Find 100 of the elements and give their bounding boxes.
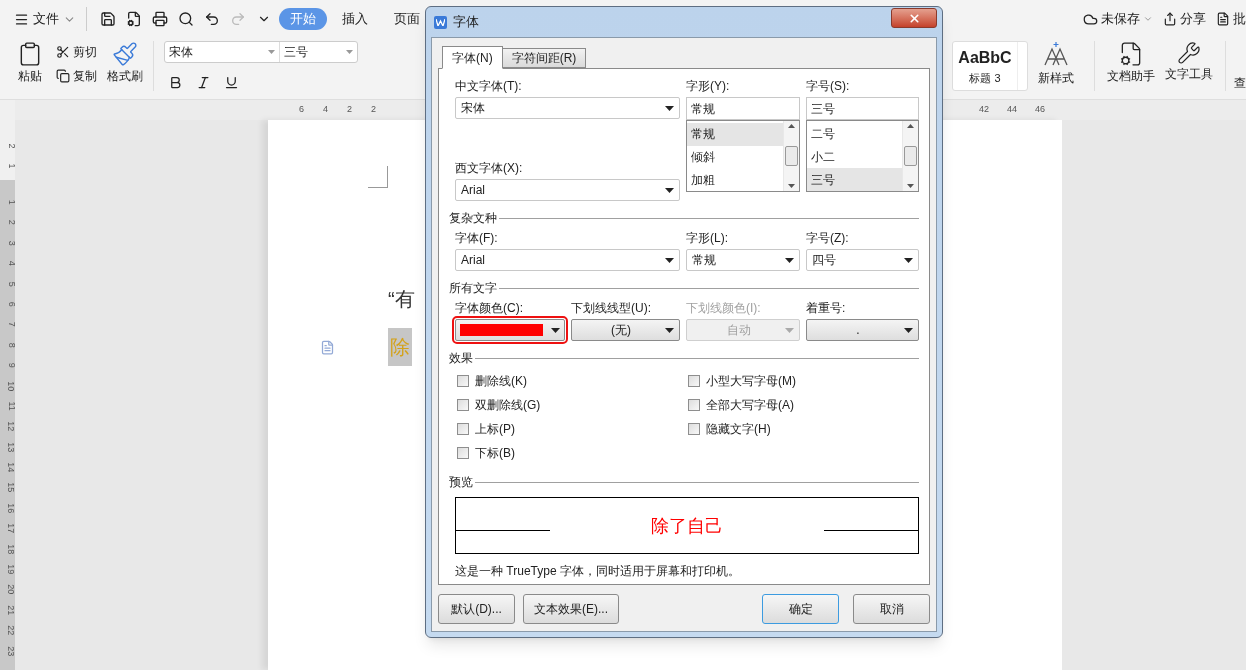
dropdown[interactable]: . (806, 319, 919, 341)
close-icon (907, 11, 921, 25)
style-name: 标题 3 (969, 70, 1001, 86)
dialog-button[interactable]: 默认(D)... (438, 594, 515, 624)
font-style-icon (1043, 41, 1069, 67)
list-option[interactable]: 常规 (687, 123, 783, 146)
save-status-button[interactable]: 未保存 (1083, 9, 1153, 29)
field-label: 字号(S): (806, 78, 851, 95)
format-painter-button[interactable]: 格式刷 (107, 41, 143, 85)
style-preview: AaBbC (958, 47, 1012, 68)
ruler-number: 4 (5, 260, 18, 266)
ruler-number: 5 (5, 281, 18, 287)
close-button[interactable] (891, 8, 937, 28)
dialog-tab[interactable]: 字符间距(R) (501, 48, 587, 68)
ruler-number: 20 (5, 584, 18, 595)
ribbon-tab[interactable]: 页面 (383, 8, 431, 30)
caret-icon (665, 257, 674, 263)
down-arrow-icon (788, 184, 795, 188)
scrollbar[interactable] (902, 121, 918, 191)
ribbon-label: 查 (1234, 75, 1246, 92)
checkbox-label: 上标(P) (475, 421, 515, 438)
checkbox-label: 删除线(K) (475, 373, 527, 390)
checkbox[interactable] (457, 375, 469, 387)
ruler-number: 22 (5, 625, 18, 636)
dropdown[interactable]: (无) (571, 319, 680, 341)
scroll-thumb[interactable] (904, 146, 917, 166)
ruler-number: 8 (5, 342, 18, 348)
list-option[interactable]: 三号 (807, 168, 902, 191)
file-menu[interactable]: 文件 (14, 9, 76, 29)
ruler-number: 17 (5, 523, 18, 534)
share-button[interactable]: 分享 (1163, 9, 1206, 29)
dialog-tab[interactable]: 字体(N) (442, 46, 503, 69)
checkbox[interactable] (457, 423, 469, 435)
checkbox[interactable] (457, 447, 469, 459)
scissors-icon (56, 45, 70, 59)
cloud-icon (1083, 11, 1098, 27)
checkbox[interactable] (688, 375, 700, 387)
list-option[interactable]: 二号 (807, 123, 902, 146)
ruler-number: 46 (1035, 103, 1046, 117)
ribbon-tab[interactable]: 插入 (331, 8, 379, 30)
margin-corner-mark (368, 166, 388, 188)
input-field[interactable]: 常规 (686, 97, 800, 120)
section-heading: 所有文字 (449, 280, 497, 297)
checkbox[interactable] (688, 399, 700, 411)
doc-assistant-button[interactable]: 文档助手 (1107, 41, 1155, 85)
cut-button[interactable]: 剪切 (56, 43, 97, 61)
copy-button[interactable]: 复制 (56, 67, 97, 85)
review-button[interactable]: 批 (1216, 9, 1246, 29)
new-style-button[interactable]: 新样式 (1038, 41, 1074, 87)
ruler-number: 21 (5, 605, 18, 615)
list-option[interactable]: 小二 (807, 145, 902, 169)
checkbox[interactable] (688, 423, 700, 435)
dropdown[interactable]: Arial (455, 249, 680, 271)
ruler-number: 42 (979, 103, 990, 117)
checkbox-label: 小型大写字母(M) (706, 373, 796, 390)
section-heading: 预览 (449, 474, 473, 491)
checkbox-label: 双删除线(G) (475, 397, 541, 414)
up-arrow-icon (907, 124, 914, 128)
paste-button[interactable]: 粘贴 (12, 41, 48, 85)
down-arrow-icon (907, 184, 914, 188)
scrollbar[interactable] (783, 121, 799, 191)
input-field[interactable]: 三号 (806, 97, 919, 120)
ruler-number: 2 (5, 220, 18, 226)
paintbrush-icon (112, 41, 138, 67)
menu-icon (14, 11, 29, 27)
ruler-number: 14 (5, 462, 18, 473)
undo-icon (204, 11, 220, 27)
color-dropdown[interactable] (455, 319, 565, 341)
field-label: 字形(L): (686, 230, 729, 247)
list-option[interactable]: 加粗 (687, 168, 783, 191)
ruler-number: 2 (371, 103, 377, 117)
dialog-button[interactable]: 取消 (853, 594, 930, 624)
ruler-number: 9 (5, 362, 18, 368)
printer-icon (152, 11, 168, 27)
ruler-number: 23 (5, 645, 18, 656)
checkbox[interactable] (457, 399, 469, 411)
ruler-number: 18 (5, 543, 18, 554)
caret-icon (551, 327, 560, 333)
field-label: 字形(Y): (686, 78, 731, 95)
dialog-button[interactable]: 文本效果(E)... (523, 594, 619, 624)
ruler-number: 15 (5, 482, 18, 493)
window-title: 字体 (453, 13, 480, 32)
style-gallery[interactable]: AaBbC 标题 3 (952, 41, 1028, 91)
redo-icon (230, 11, 246, 27)
ruler-number: 19 (5, 564, 18, 575)
save-icon (100, 11, 116, 27)
dropdown[interactable]: 四号 (806, 249, 919, 271)
text-tools-button[interactable]: 文字工具 (1165, 41, 1213, 83)
list-option[interactable]: 倾斜 (687, 145, 783, 169)
dropdown[interactable]: 常规 (686, 249, 800, 271)
paragraph-icon (320, 339, 335, 355)
scroll-thumb[interactable] (785, 146, 798, 166)
field-label: 下划线颜色(I): (686, 300, 762, 317)
dropdown[interactable]: 宋体 (455, 97, 680, 119)
document-text: 除 (388, 328, 412, 366)
ruler-number: 2 (347, 103, 353, 117)
caret-icon (665, 105, 674, 111)
dropdown[interactable]: Arial (455, 179, 680, 201)
dialog-button[interactable]: 确定 (762, 594, 839, 624)
checkbox-label: 隐藏文字(H) (706, 421, 771, 438)
